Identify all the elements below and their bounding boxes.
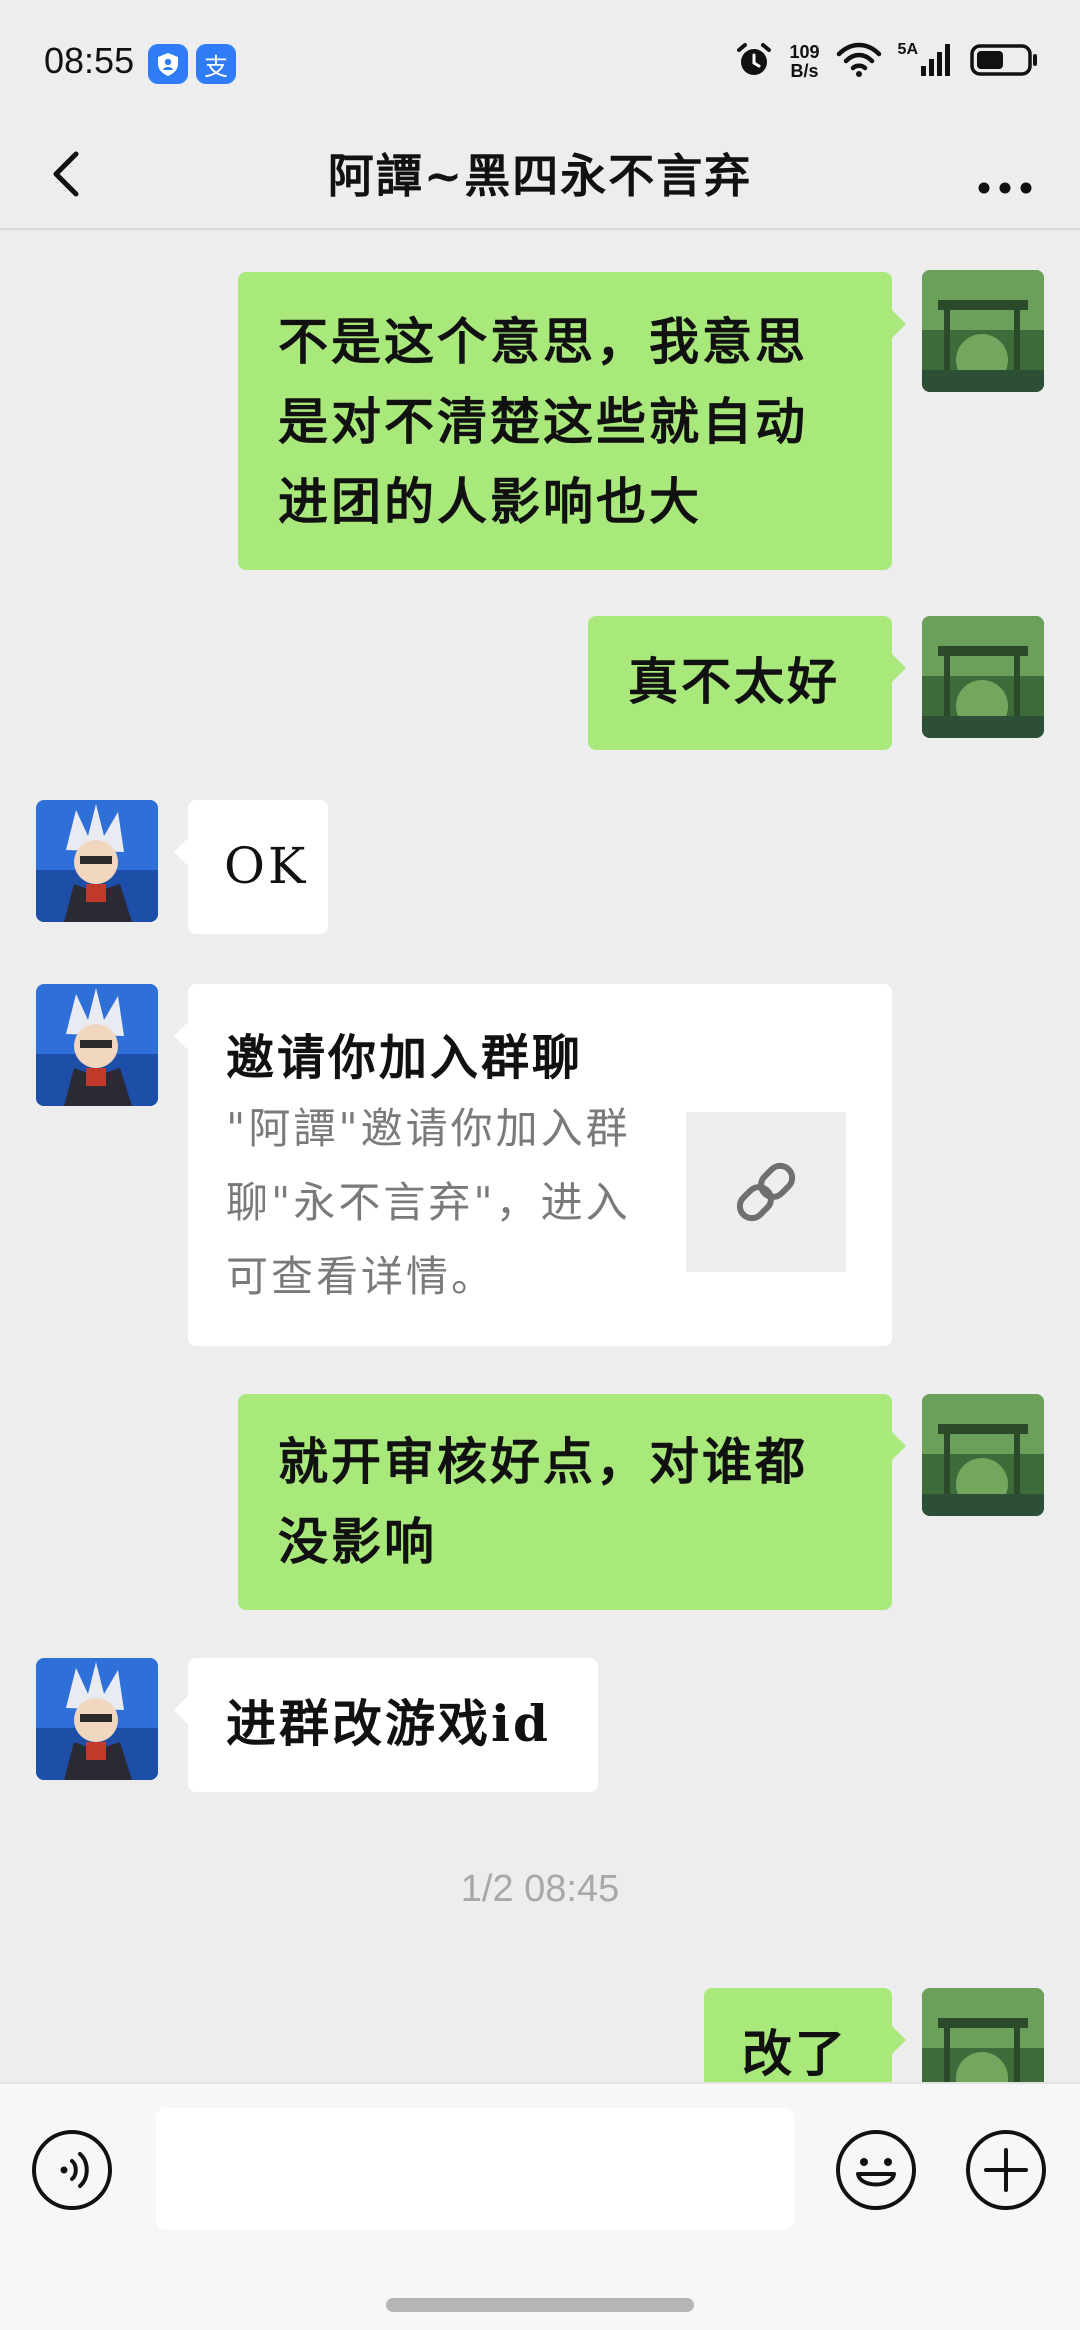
network-speed-value: 109 (789, 42, 820, 62)
chat-input-bar (0, 2082, 1080, 2330)
network-speed-unit: B/s (790, 61, 819, 81)
voice-icon (32, 2130, 112, 2210)
contact-message-bubble[interactable]: OK (174, 800, 328, 934)
status-bar: 08:55 支 109 B/s 5A (0, 0, 1080, 120)
own-avatar[interactable] (922, 1394, 1044, 1516)
emoji-icon (836, 2130, 916, 2210)
emoji-button[interactable] (834, 2128, 918, 2212)
alipay-icon: 支 (196, 44, 236, 84)
message-input[interactable] (156, 2108, 794, 2230)
wifi-icon (836, 42, 882, 82)
own-message-bubble[interactable]: 真不太好 (588, 616, 906, 750)
chat-message-list[interactable]: 不是这个意思，我意思是对不清楚这些就自动进团的人影响也大 真不太好 OK 邀请你… (0, 232, 1080, 2082)
own-avatar[interactable] (922, 270, 1044, 392)
shield-app-icon (148, 44, 188, 84)
invite-description: "阿譚"邀请你加入群聊"永不言弃"，进入可查看详情。 (226, 1104, 631, 1301)
more-options-button[interactable] (970, 144, 1040, 204)
invite-title: 邀请你加入群聊 (226, 1030, 584, 1086)
signal-type-label: 5A (897, 41, 918, 58)
group-invite-card[interactable]: 邀请你加入群聊 "阿譚"邀请你加入群聊"永不言弃"，进入可查看详情。 (174, 984, 892, 1346)
chat-header: 阿譚~黑四永不言弃 (0, 120, 1080, 230)
contact-avatar[interactable] (36, 800, 158, 922)
alarm-icon (734, 40, 774, 84)
plus-icon (966, 2130, 1046, 2210)
network-speed: 109 B/s (790, 43, 820, 81)
chat-title: 阿譚~黑四永不言弃 (327, 149, 753, 203)
own-message-bubble[interactable]: 不是这个意思，我意思是对不清楚这些就自动进团的人影响也大 (238, 272, 906, 570)
back-button[interactable] (40, 144, 100, 204)
status-indicators: 109 B/s 5A (734, 40, 1041, 84)
own-avatar[interactable] (922, 1988, 1044, 2082)
own-message-bubble[interactable]: 就开审核好点，对谁都没影响 (238, 1394, 906, 1610)
contact-avatar[interactable] (36, 1658, 158, 1780)
back-arrow-icon (53, 151, 79, 197)
contact-message-bubble[interactable]: 进群改游戏id (174, 1658, 598, 1792)
home-indicator[interactable] (386, 2298, 694, 2312)
link-icon (736, 1162, 796, 1222)
own-message-bubble[interactable]: 改了 (704, 1988, 906, 2082)
battery-icon (970, 42, 1040, 82)
more-dots-icon (978, 182, 1032, 194)
voice-input-button[interactable] (30, 2128, 114, 2212)
more-functions-button[interactable] (964, 2128, 1048, 2212)
cellular-signal-icon (920, 42, 954, 82)
status-time: 08:55 (44, 40, 135, 81)
own-avatar[interactable] (922, 616, 1044, 738)
invite-link-thumbnail (686, 1112, 846, 1272)
contact-avatar[interactable] (36, 984, 158, 1106)
message-timestamp: 1/2 08:45 (460, 1868, 620, 1910)
